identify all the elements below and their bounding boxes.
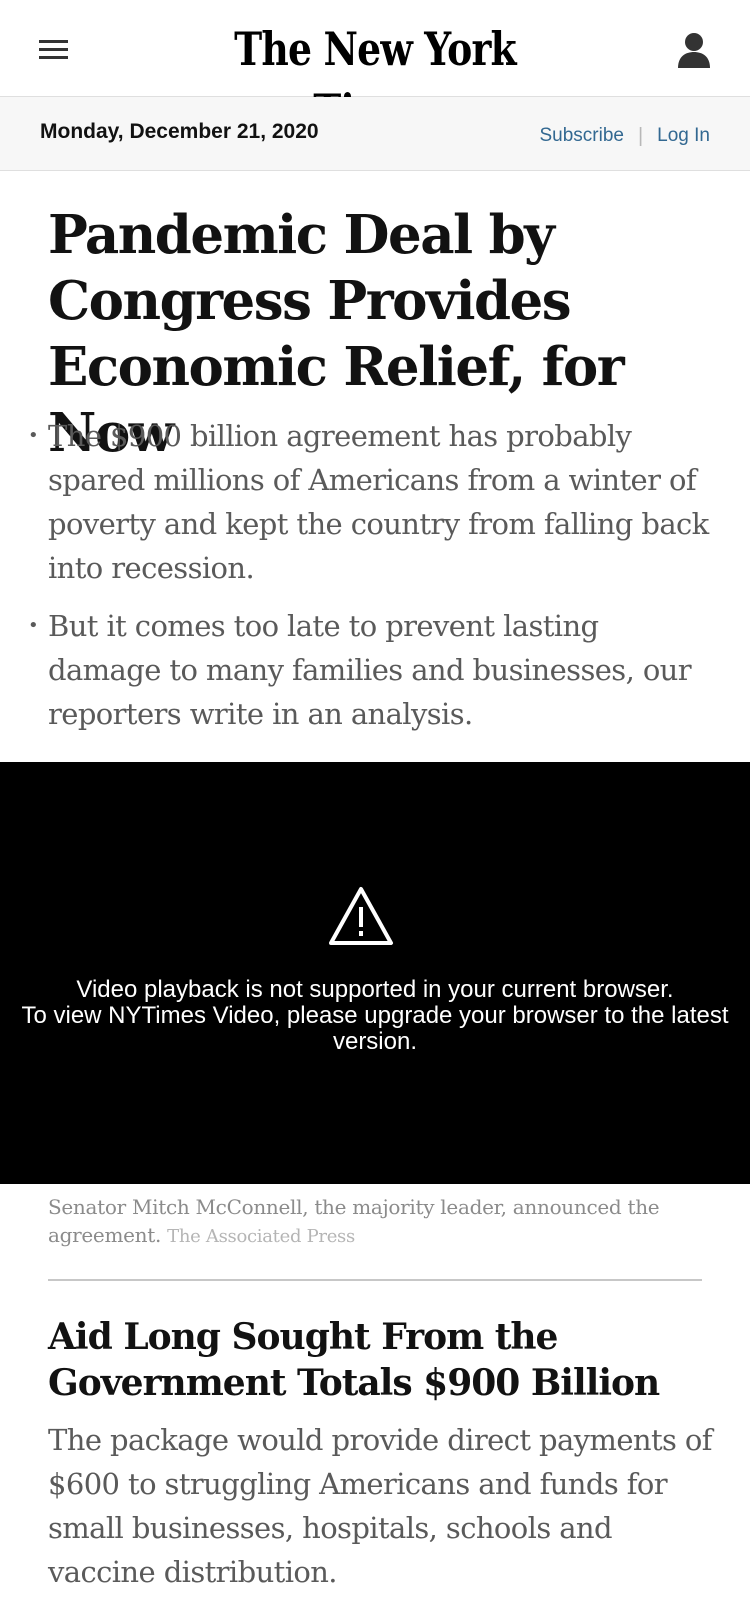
account-links: Subscribe | Log In xyxy=(539,121,710,151)
video-message-line1: Video playback is not supported in your … xyxy=(76,976,674,1003)
video-player[interactable] xyxy=(0,762,750,1184)
warning-icon xyxy=(329,887,393,945)
second-headline[interactable]: Aid Long Sought From the Government Tota… xyxy=(48,1314,728,1406)
summary-item[interactable]: The $900 billion agreement has probably … xyxy=(28,414,718,590)
link-separator: | xyxy=(637,125,644,147)
section-divider xyxy=(48,1279,702,1281)
summary-item[interactable]: But it comes too late to prevent lasting… xyxy=(28,604,718,736)
login-link[interactable]: Log In xyxy=(657,121,710,151)
top-bar: The New York Times xyxy=(0,0,750,138)
video-unsupported-message: Video playback is not supported in your … xyxy=(0,977,750,1055)
photo-credit: The Associated Press xyxy=(167,1226,355,1247)
video-message-line2: To view NYTimes Video, please upgrade yo… xyxy=(21,1002,729,1055)
current-date: Monday, December 21, 2020 xyxy=(40,120,319,143)
subscribe-link[interactable]: Subscribe xyxy=(539,121,624,151)
lead-summary-list: The $900 billion agreement has probably … xyxy=(28,414,718,750)
hamburger-menu-icon[interactable] xyxy=(36,36,72,64)
date-bar: Monday, December 21, 2020 Subscribe | Lo… xyxy=(0,97,750,171)
masthead-logo[interactable]: The New York Times xyxy=(191,18,560,138)
second-summary[interactable]: The package would provide direct payment… xyxy=(48,1418,718,1594)
video-caption: Senator Mitch McConnell, the majority le… xyxy=(48,1193,708,1251)
user-account-icon[interactable] xyxy=(676,30,716,70)
